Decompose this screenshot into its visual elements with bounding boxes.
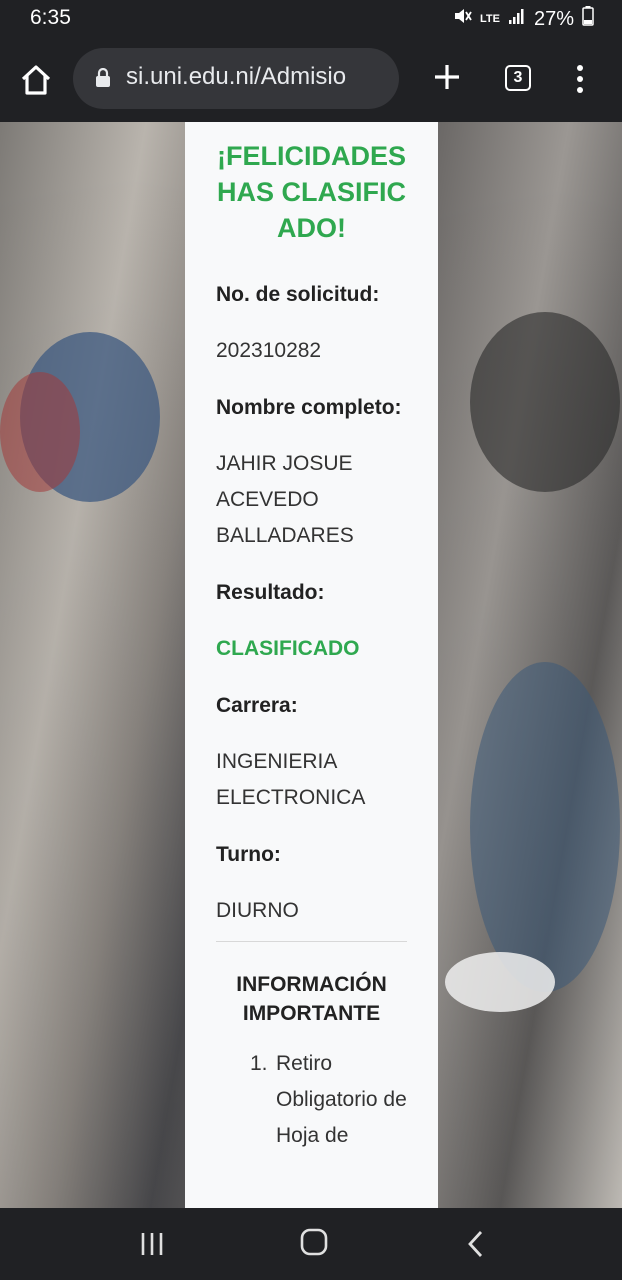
field-label-resultado: Resultado: [216, 581, 325, 604]
home-nav-icon[interactable] [300, 1228, 328, 1256]
background-photo-figure [445, 952, 555, 1012]
browser-toolbar: si.uni.edu.ni/Admisio 3 [0, 40, 622, 122]
battery-level: 27% [533, 7, 574, 30]
list-item-number: 1. [250, 1052, 268, 1075]
background-photo-figure [470, 312, 620, 492]
mute-icon [452, 6, 472, 32]
signal-icon [508, 7, 526, 31]
congratulations-title: ¡FELICIDADES HAS CLASIFICADO! [217, 141, 406, 243]
result-card: ¡FELICIDADES HAS CLASIFICADO! No. de sol… [185, 122, 438, 1208]
field-value-solicitud: 202310282 [216, 339, 322, 362]
info-list-item: 1. Retiro Obligatorio de Hoja de [216, 1046, 407, 1154]
back-icon[interactable] [466, 1230, 486, 1258]
status-bar: 6:35 LTE 27% [0, 0, 622, 40]
address-bar[interactable]: si.uni.edu.ni/Admisio [73, 48, 399, 109]
home-icon[interactable] [18, 62, 54, 98]
page-content[interactable]: ¡FELICIDADES HAS CLASIFICADO! No. de sol… [0, 122, 622, 1208]
status-time: 6:35 [30, 6, 71, 29]
field-label-solicitud: No. de solicitud: [216, 283, 380, 306]
info-heading: INFORMACIÓN IMPORTANTE [236, 973, 387, 1025]
field-value-carrera: INGENIERIA ELECTRONICA [216, 750, 366, 809]
background-photo-figure [0, 372, 80, 492]
field-value-turno: DIURNO [216, 899, 299, 922]
divider [216, 941, 407, 942]
lock-icon [95, 67, 111, 93]
field-label-turno: Turno: [216, 843, 281, 866]
network-type: LTE [480, 13, 500, 25]
field-value-resultado: CLASIFICADO [216, 637, 360, 660]
tab-switcher-button[interactable]: 3 [505, 65, 531, 91]
background-photo-figure [470, 662, 620, 992]
field-value-nombre: JAHIR JOSUE ACEVEDO BALLADARES [216, 452, 354, 547]
status-icons: LTE 27% [452, 6, 594, 32]
field-label-carrera: Carrera: [216, 694, 298, 717]
field-label-nombre: Nombre completo: [216, 396, 402, 419]
new-tab-icon[interactable] [432, 62, 462, 92]
system-nav-bar [0, 1208, 622, 1280]
battery-icon [582, 6, 594, 32]
recent-apps-icon[interactable] [140, 1232, 164, 1256]
url-text: si.uni.edu.ni/Admisio [126, 63, 347, 90]
list-item-text: Retiro Obligatorio de Hoja de [276, 1052, 407, 1147]
more-menu-icon[interactable] [570, 64, 590, 94]
